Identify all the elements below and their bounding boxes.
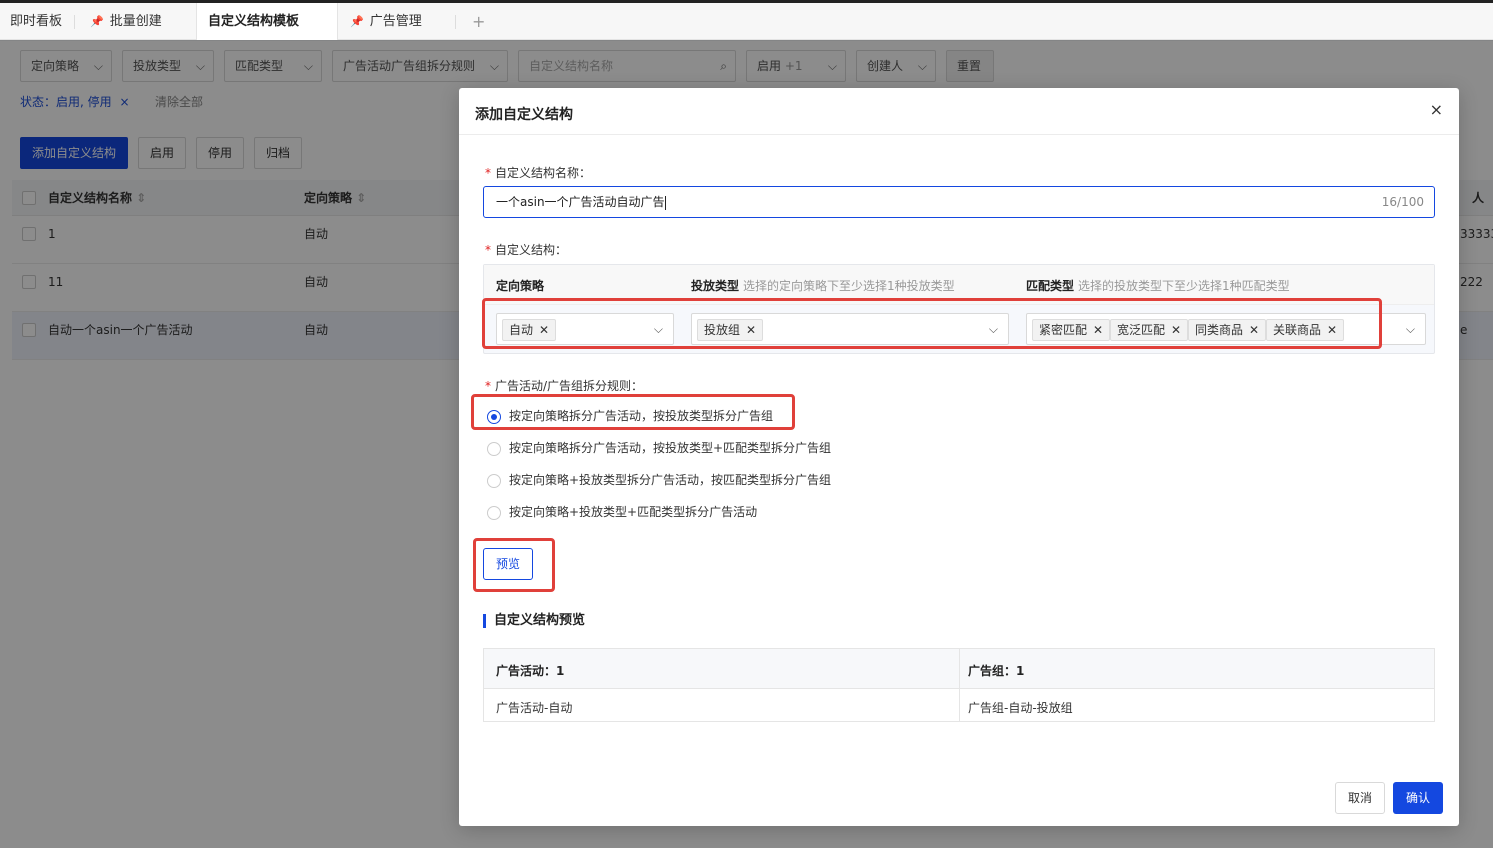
radio[interactable] bbox=[487, 473, 501, 488]
required-marker: * bbox=[485, 243, 491, 257]
highlight-box-split-option bbox=[471, 394, 795, 430]
split-option-2[interactable]: 按定向策略拆分广告活动，按投放类型+匹配类型拆分广告组 bbox=[487, 440, 831, 456]
campaign-count-header: 广告活动：1 bbox=[496, 664, 565, 678]
group-value: 广告组-自动-投放组 bbox=[968, 701, 1073, 715]
pin-icon: 📌 bbox=[90, 15, 104, 28]
split-option-3[interactable]: 按定向策略+投放类型拆分广告活动，按匹配类型拆分广告组 bbox=[487, 472, 831, 488]
modal-divider bbox=[459, 134, 1459, 135]
confirm-button[interactable]: 确认 bbox=[1393, 782, 1443, 814]
radio[interactable] bbox=[487, 441, 501, 456]
tab-ad-management[interactable]: 📌 广告管理 bbox=[350, 3, 422, 40]
chevron-down-icon: ⌵ bbox=[1405, 322, 1415, 336]
pin-icon: 📌 bbox=[350, 15, 364, 28]
match-column-title: 匹配类型 选择的投放类型下至少选择1种匹配类型 bbox=[1026, 279, 1290, 293]
char-count: 16/100 bbox=[1381, 195, 1424, 209]
delivery-column-title: 投放类型 选择的定向策略下至少选择1种投放类型 bbox=[691, 279, 955, 293]
required-marker: * bbox=[485, 166, 491, 180]
tab-bar: 即时看板 📌 批量创建 自定义结构模板 📌 广告管理 + bbox=[0, 3, 1493, 40]
tab-separator bbox=[74, 15, 75, 29]
highlight-box-preview bbox=[473, 538, 555, 592]
add-custom-structure-modal: 添加自定义结构 × * 自定义结构名称： 一个asin一个广告活动自动广告 16/1… bbox=[459, 88, 1459, 826]
name-label: * 自定义结构名称： bbox=[485, 166, 592, 180]
radio[interactable] bbox=[487, 505, 501, 520]
group-count-header: 广告组：1 bbox=[968, 664, 1025, 678]
close-icon[interactable]: × bbox=[1430, 100, 1443, 119]
tab-separator bbox=[455, 15, 456, 29]
tab-dashboard[interactable]: 即时看板 bbox=[10, 3, 62, 40]
split-option-4[interactable]: 按定向策略+投放类型+匹配类型拆分广告活动 bbox=[487, 504, 757, 520]
text-caret bbox=[664, 195, 666, 210]
campaign-value: 广告活动-自动 bbox=[496, 701, 573, 715]
tab-batch-create[interactable]: 📌 批量创建 bbox=[90, 3, 162, 40]
cancel-button[interactable]: 取消 bbox=[1335, 782, 1385, 814]
tab-custom-structure-template[interactable]: 自定义结构模板 bbox=[196, 3, 338, 40]
split-rule-label: * 广告活动/广告组拆分规则： bbox=[485, 379, 644, 393]
preview-table-divider bbox=[959, 649, 960, 721]
structure-name-input[interactable]: 一个asin一个广告活动自动广告 16/100 bbox=[483, 186, 1435, 218]
required-marker: * bbox=[485, 379, 491, 393]
add-tab-icon[interactable]: + bbox=[472, 3, 485, 40]
modal-title: 添加自定义结构 bbox=[475, 107, 573, 123]
structure-label: * 自定义结构： bbox=[485, 243, 568, 257]
targeting-column-title: 定向策略 bbox=[496, 279, 545, 293]
highlight-box-structure bbox=[482, 298, 1382, 349]
preview-table: 广告活动：1 广告组：1 广告活动-自动 广告组-自动-投放组 bbox=[483, 648, 1435, 722]
preview-section-title: 自定义结构预览 bbox=[483, 614, 585, 628]
